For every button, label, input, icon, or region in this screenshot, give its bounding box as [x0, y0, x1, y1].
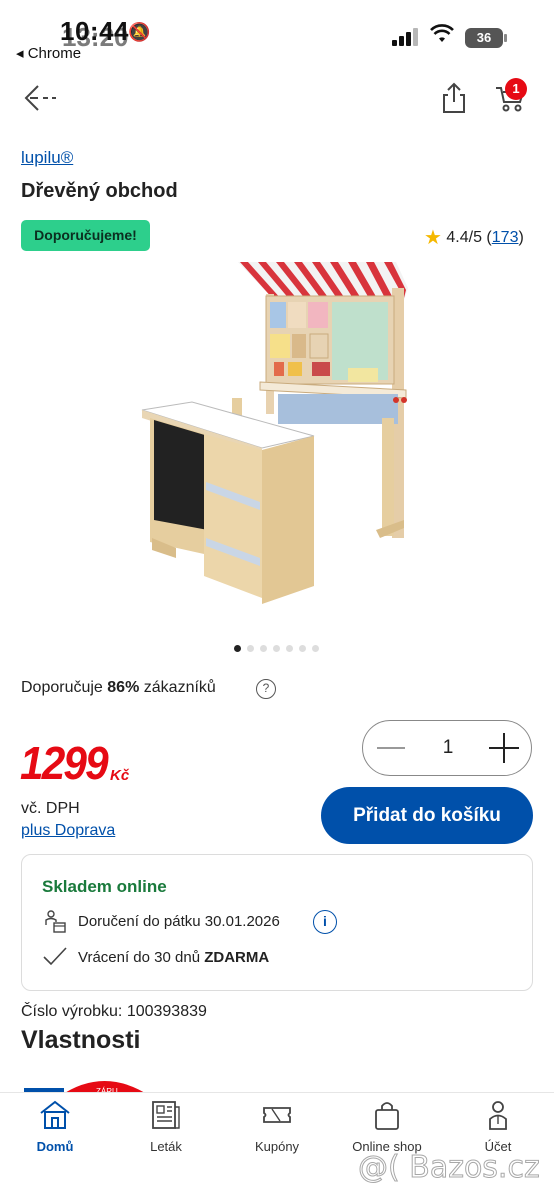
rating-count-link[interactable]: 173	[492, 229, 519, 246]
wifi-icon	[430, 24, 454, 50]
cart-count-badge: 1	[505, 78, 527, 100]
shopping-bag-icon	[375, 1102, 399, 1130]
gallery-dot[interactable]	[260, 645, 267, 652]
stock-title: Skladem online	[42, 877, 167, 896]
nav-leaflet-label: Leták	[150, 1139, 182, 1154]
home-icon	[40, 1100, 70, 1129]
rating-value: 4.4/5	[446, 229, 482, 246]
stock-info-box: Skladem online Doručení do pátku 30.01.2…	[21, 854, 533, 991]
coupon-icon	[263, 1107, 291, 1123]
delivery-icon	[42, 909, 68, 935]
account-icon	[489, 1101, 507, 1130]
quantity-stepper: 1	[362, 720, 532, 776]
recommendation-text: Doporučuje 86% zákazníků	[21, 679, 216, 697]
recommend-prefix: Doporučuje	[21, 679, 103, 696]
nav-home[interactable]: Domů	[0, 1099, 110, 1154]
product-title: Dřevěný obchod	[21, 180, 178, 202]
return-free: ZDARMA	[204, 949, 270, 966]
nav-coupons[interactable]: Kupóny	[222, 1099, 332, 1154]
price-currency: Kč	[110, 767, 130, 784]
gallery-dot[interactable]	[247, 645, 254, 652]
delivery-text: Doručení do pátku 30.01.2026	[78, 913, 280, 930]
return-policy: Vrácení do 30 dnů ZDARMA	[78, 949, 269, 966]
recommend-suffix: zákazníků	[143, 679, 216, 696]
info-icon[interactable]: i	[313, 910, 337, 934]
gallery-dot[interactable]	[234, 645, 241, 652]
gallery-dots[interactable]	[234, 639, 325, 652]
plus-icon[interactable]	[489, 733, 519, 763]
star-icon: ★	[424, 227, 442, 249]
product-image[interactable]	[136, 258, 416, 618]
battery-icon: 36	[465, 28, 503, 48]
nav-account[interactable]: Účet	[443, 1099, 553, 1154]
bazos-watermark: @( Bazos.cz	[358, 1150, 541, 1186]
gallery-dot[interactable]	[286, 645, 293, 652]
gallery-dot[interactable]	[312, 645, 319, 652]
nav-home-label: Domů	[36, 1139, 74, 1154]
nav-coupons-label: Kupóny	[254, 1139, 300, 1154]
price: 1299	[20, 737, 109, 789]
nav-online-shop[interactable]: Online shop	[332, 1099, 442, 1154]
back-to-app-link[interactable]: ◂ Chrome	[16, 44, 81, 62]
nav-leaflet[interactable]: Leták	[111, 1099, 221, 1154]
signal-icon	[392, 28, 422, 46]
recommended-badge: Doporučujeme!	[21, 220, 150, 251]
leaflet-icon	[152, 1101, 180, 1129]
question-icon[interactable]: ?	[256, 679, 276, 699]
product-number: Číslo výrobku: 100393839	[21, 1003, 207, 1020]
checkmark-icon	[42, 945, 68, 967]
back-arrow-icon[interactable]	[22, 80, 62, 116]
brand-link[interactable]: lupilu®	[21, 148, 73, 168]
battery-tip	[504, 34, 507, 42]
rating[interactable]: ★ 4.4/5 (173)	[424, 225, 524, 250]
vat-note: vč. DPH	[21, 800, 80, 817]
return-prefix: Vrácení do 30 dnů	[78, 949, 201, 966]
gallery-dot[interactable]	[299, 645, 306, 652]
recommend-percent: 86%	[107, 679, 140, 696]
section-title-properties: Vlastnosti	[21, 1026, 141, 1054]
shipping-link[interactable]: plus Doprava	[21, 822, 115, 840]
share-icon[interactable]	[438, 80, 470, 116]
gallery-dot[interactable]	[273, 645, 280, 652]
add-to-cart-button[interactable]: Přidat do košíku	[321, 787, 533, 844]
mute-bell-icon: 🔕	[128, 22, 151, 42]
status-bar: 10:44 13:20 🔕 ◂ Chrome 36	[0, 0, 554, 70]
